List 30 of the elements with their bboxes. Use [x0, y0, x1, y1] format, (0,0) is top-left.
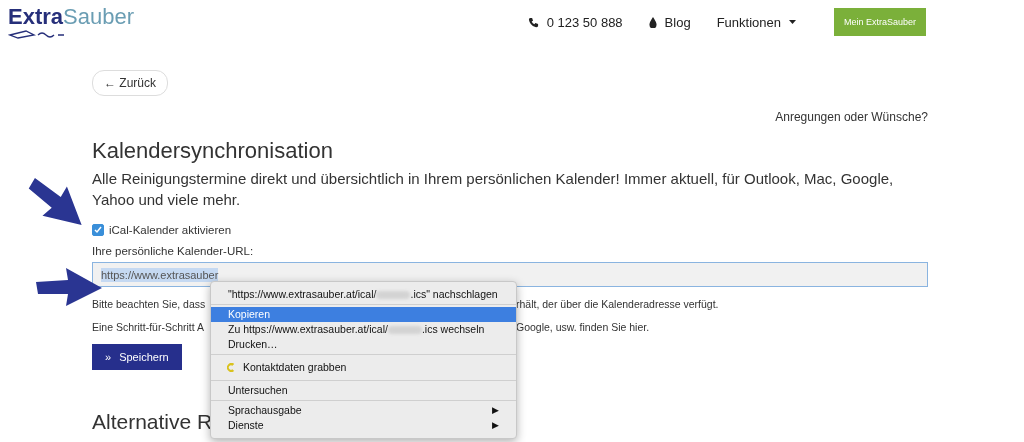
checkbox-label: iCal-Kalender aktivieren	[109, 224, 232, 236]
note-text: Bitte beachten Sie, dass	[92, 298, 206, 310]
logo[interactable]: ExtraSauber	[8, 5, 134, 39]
functions-menu[interactable]: Funktionen	[716, 14, 781, 30]
page-heading: Kalendersynchronisation	[92, 138, 334, 164]
url-field[interactable]: https://www.extrasauber	[92, 262, 928, 287]
menu-item[interactable]: Kontaktdaten grabben	[211, 357, 516, 378]
field-label: Ihre persönliche Kalender-URL:	[92, 245, 255, 257]
note-text: Google, usw. finden Sie hier.	[516, 321, 650, 333]
note-text: rhält, der über die Kalenderadresse verfügt.	[516, 298, 719, 310]
save-button[interactable]: » Speichern	[92, 344, 182, 370]
menu-item[interactable]: Zu https://www.extrasauber.at/ical/ .ics wechseln	[211, 322, 516, 337]
menu-item[interactable]: Drucken…	[211, 337, 516, 352]
crescent-icon	[227, 363, 236, 372]
caret-icon	[788, 20, 796, 24]
blog-link[interactable]: Blog	[664, 14, 691, 30]
note-text: Eine Schritt-für-Schritt A	[92, 321, 205, 333]
menu-item[interactable]: Untersuchen	[211, 383, 516, 398]
phone-number[interactable]: 0 123 50 888	[546, 14, 623, 30]
section-heading: Alternative R	[92, 410, 213, 434]
phone-icon	[527, 16, 539, 28]
menu-item[interactable]: Kopieren	[211, 307, 516, 322]
checkbox[interactable]	[92, 224, 104, 236]
feedback-link[interactable]: Anregungen oder Wünsche?	[775, 110, 928, 124]
menu-item[interactable]: Dienste ▶	[211, 418, 516, 433]
back-button[interactable]: ← Zurück	[92, 70, 168, 96]
menu-item[interactable]: Sprachausgabe ▶	[211, 403, 516, 418]
menu-item[interactable]: "https://www.extrasauber.at/ical/ .ics" nachschlagen	[211, 287, 516, 302]
intro-text: Alle Reinigungstermine direkt und übersichtlich in Ihrem persönlichen Kalender! Immer aktuell, für Outlook, Mac, Google, Yahoo und viele mehr.	[92, 169, 895, 210]
drop-icon	[648, 16, 657, 28]
